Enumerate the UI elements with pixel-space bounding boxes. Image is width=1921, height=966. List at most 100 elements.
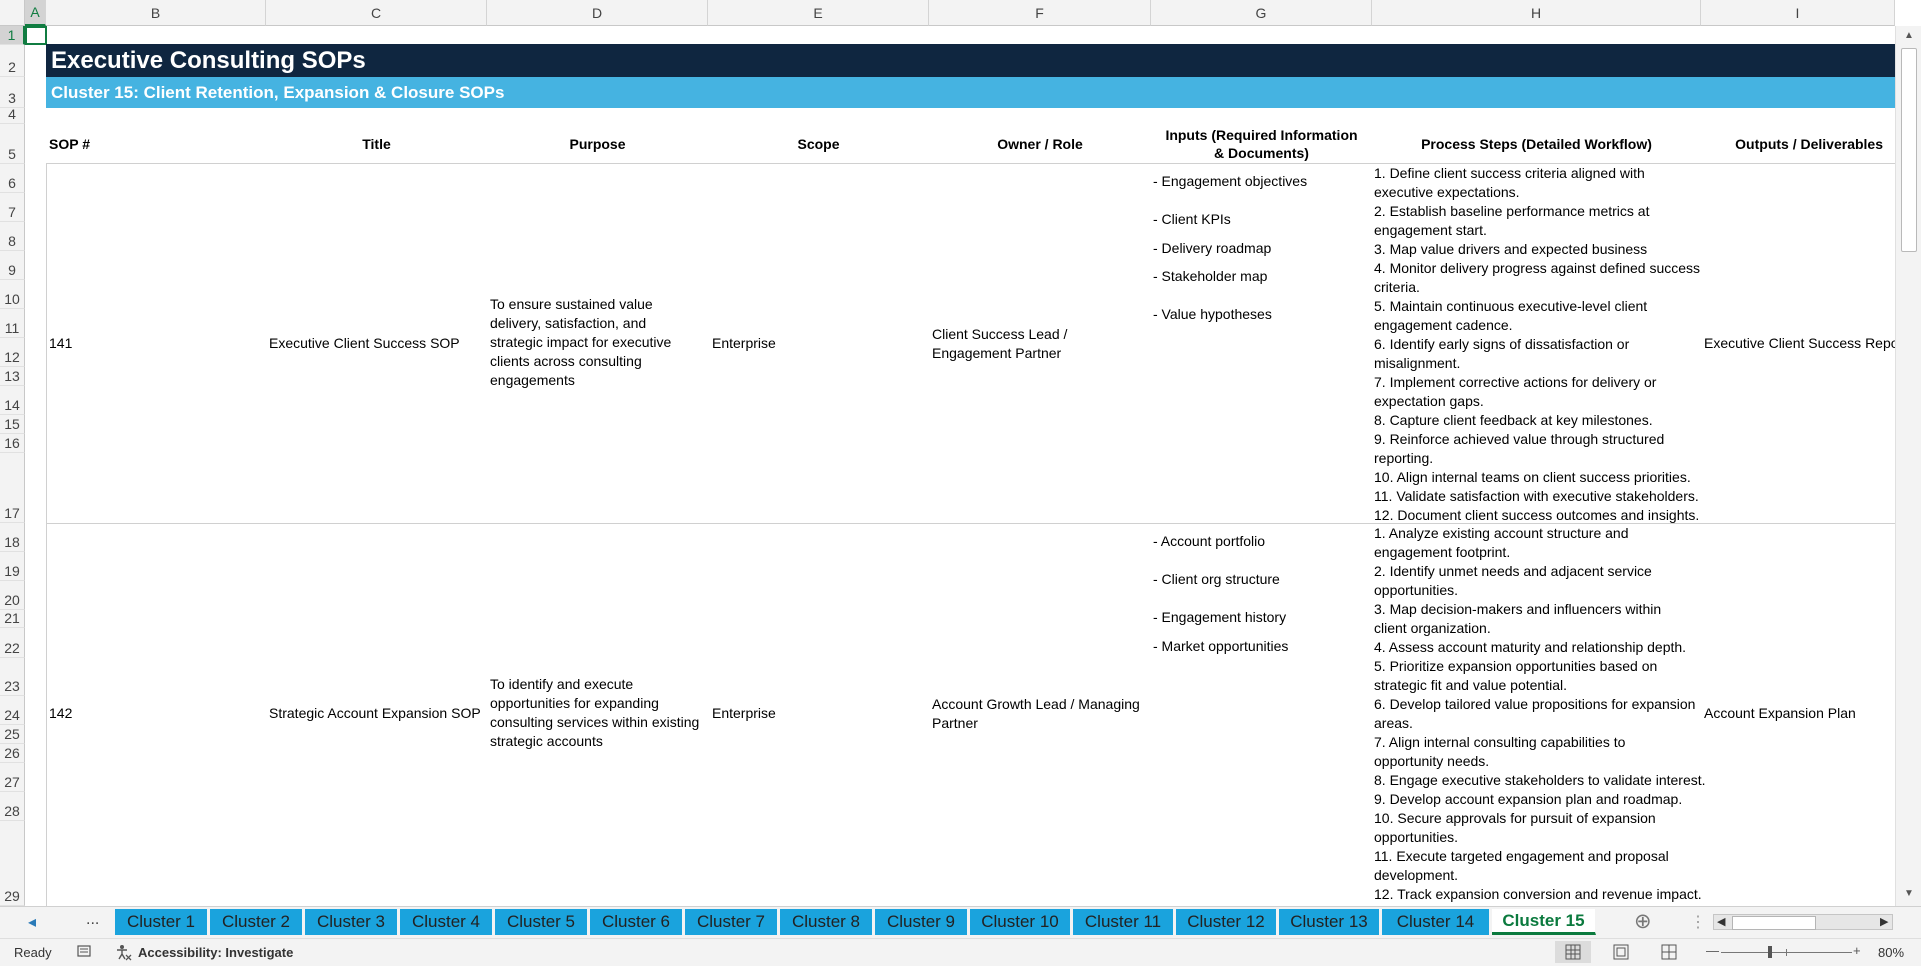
header-purpose[interactable]: Purpose bbox=[487, 124, 708, 164]
sheet-tab-cluster-6[interactable]: Cluster 6 bbox=[590, 909, 683, 935]
zoom-level[interactable]: 80% bbox=[1878, 945, 1904, 960]
normal-view-icon[interactable] bbox=[1555, 941, 1591, 963]
row-header-3[interactable]: 3 bbox=[0, 77, 25, 108]
cell-owner[interactable]: Client Success Lead / Engagement Partner bbox=[932, 325, 1144, 363]
row-header-16[interactable]: 16 bbox=[0, 434, 25, 453]
cell-owner[interactable]: Account Growth Lead / Managing Partner bbox=[932, 695, 1144, 733]
cell-title[interactable]: Strategic Account Expansion SOP bbox=[269, 704, 481, 723]
cell-outputs[interactable]: Account Expansion Plan bbox=[1704, 704, 1856, 723]
active-cell-A1[interactable] bbox=[25, 26, 47, 45]
cell-scope[interactable]: Enterprise bbox=[712, 334, 776, 353]
select-all-corner[interactable] bbox=[0, 0, 25, 26]
row-header-22[interactable]: 22 bbox=[0, 628, 25, 658]
row-header-17[interactable]: 17 bbox=[0, 453, 25, 523]
sheet-tab-cluster-1[interactable]: Cluster 1 bbox=[115, 909, 208, 935]
sheet-tab-cluster-14[interactable]: Cluster 14 bbox=[1382, 909, 1490, 935]
header-process-steps[interactable]: Process Steps (Detailed Workflow) bbox=[1372, 124, 1701, 164]
horizontal-scroll-thumb[interactable] bbox=[1732, 916, 1816, 930]
column-header-E[interactable]: E bbox=[708, 0, 929, 26]
row-header-13[interactable]: 13 bbox=[0, 367, 25, 386]
zoom-slider-thumb[interactable] bbox=[1768, 946, 1772, 958]
zoom-slider[interactable] bbox=[1721, 946, 1852, 958]
sheet-tab-cluster-12[interactable]: Cluster 12 bbox=[1176, 909, 1277, 935]
column-header-H[interactable]: H bbox=[1372, 0, 1701, 26]
more-tabs-button[interactable]: ... bbox=[86, 911, 99, 929]
cell-process-steps[interactable]: 1. Analyze existing account structure an… bbox=[1374, 524, 1706, 904]
row-header-18[interactable]: 18 bbox=[0, 523, 25, 552]
cell-outputs[interactable]: Executive Client Success Report bbox=[1704, 334, 1907, 353]
page-layout-view-icon[interactable] bbox=[1612, 943, 1630, 964]
header-sop-number[interactable]: SOP # bbox=[46, 124, 149, 164]
vertical-scroll-thumb[interactable] bbox=[1901, 48, 1917, 252]
row-header-4[interactable]: 4 bbox=[0, 106, 25, 124]
row-header-28[interactable]: 28 bbox=[0, 792, 25, 821]
column-header-C[interactable]: C bbox=[266, 0, 487, 26]
sheet-tab-cluster-15[interactable]: Cluster 15 bbox=[1492, 909, 1596, 935]
row-header-20[interactable]: 20 bbox=[0, 581, 25, 610]
row-header-2[interactable]: 2 bbox=[0, 45, 25, 77]
sheet-tab-cluster-4[interactable]: Cluster 4 bbox=[400, 909, 493, 935]
header-scope[interactable]: Scope bbox=[708, 124, 929, 164]
row-header-12[interactable]: 12 bbox=[0, 338, 25, 367]
row-header-14[interactable]: 14 bbox=[0, 386, 25, 415]
header-owner[interactable]: Owner / Role bbox=[929, 124, 1151, 164]
sheet-tab-cluster-8[interactable]: Cluster 8 bbox=[780, 909, 873, 935]
column-header-G[interactable]: G bbox=[1151, 0, 1372, 26]
header-outputs[interactable]: Outputs / Deliverables bbox=[1701, 124, 1895, 164]
scroll-down-icon[interactable]: ▼ bbox=[1904, 888, 1914, 899]
row-header-26[interactable]: 26 bbox=[0, 744, 25, 763]
cell-purpose[interactable]: To ensure sustained value delivery, sati… bbox=[490, 295, 690, 390]
column-header-A[interactable]: A bbox=[25, 0, 46, 26]
row-header-9[interactable]: 9 bbox=[0, 251, 25, 280]
spreadsheet-grid[interactable]: ABCDEFGHI 1 2 3 4 5 6 7 8 9 10 11 12 13 14 15 16 17 18 19 2… bbox=[0, 0, 1921, 906]
cell-process-steps[interactable]: 1. Define client success criteria aligne… bbox=[1374, 164, 1700, 525]
vertical-scrollbar[interactable]: ▲ ▼ bbox=[1895, 26, 1921, 906]
header-inputs[interactable]: Inputs (Required Information & Documents… bbox=[1151, 124, 1372, 164]
sheet-tab-cluster-10[interactable]: Cluster 10 bbox=[970, 909, 1071, 935]
row-header-19[interactable]: 19 bbox=[0, 552, 25, 581]
tab-scroll-left-icon[interactable]: ◂ bbox=[28, 912, 36, 932]
page-break-view-icon[interactable] bbox=[1660, 943, 1678, 964]
sheet-tab-cluster-2[interactable]: Cluster 2 bbox=[210, 909, 303, 935]
row-header-24[interactable]: 24 bbox=[0, 696, 25, 725]
cell-purpose[interactable]: To identify and execute opportunities fo… bbox=[490, 675, 705, 751]
add-sheet-icon[interactable]: ⊕ bbox=[1634, 909, 1652, 934]
sheet-tab-cluster-7[interactable]: Cluster 7 bbox=[685, 909, 778, 935]
column-header-D[interactable]: D bbox=[487, 0, 708, 26]
row-header-23[interactable]: 23 bbox=[0, 658, 25, 696]
row-header-7[interactable]: 7 bbox=[0, 193, 25, 222]
scroll-left-icon[interactable]: ◀ bbox=[1717, 915, 1725, 928]
row-header-1[interactable]: 1 bbox=[0, 26, 25, 45]
column-header-B[interactable]: B bbox=[46, 0, 266, 26]
sheet-tab-cluster-11[interactable]: Cluster 11 bbox=[1073, 909, 1174, 935]
row-header-25[interactable]: 25 bbox=[0, 725, 25, 744]
row-header-15[interactable]: 15 bbox=[0, 415, 25, 434]
row-header-27[interactable]: 27 bbox=[0, 763, 25, 792]
tab-options-icon[interactable]: ⋮ bbox=[1690, 912, 1706, 932]
header-title[interactable]: Title bbox=[266, 124, 487, 164]
sheet-subtitle[interactable]: Cluster 15: Client Retention, Expansion … bbox=[46, 77, 1895, 108]
zoom-out-button[interactable]: — bbox=[1706, 943, 1719, 958]
scroll-up-icon[interactable]: ▲ bbox=[1904, 30, 1914, 41]
row-header-10[interactable]: 10 bbox=[0, 280, 25, 309]
macro-recording-icon[interactable] bbox=[76, 943, 92, 962]
scroll-right-icon[interactable]: ▶ bbox=[1880, 915, 1888, 928]
sheet-tab-cluster-5[interactable]: Cluster 5 bbox=[495, 909, 588, 935]
column-header-F[interactable]: F bbox=[929, 0, 1151, 26]
row-header-5[interactable]: 5 bbox=[0, 124, 25, 164]
accessibility-status[interactable]: Accessibility: Investigate bbox=[138, 945, 293, 960]
sheet-tab-cluster-13[interactable]: Cluster 13 bbox=[1279, 909, 1380, 935]
horizontal-scrollbar[interactable]: ◀ ▶ bbox=[1713, 914, 1893, 930]
row-header-21[interactable]: 21 bbox=[0, 610, 25, 628]
sheet-title[interactable]: Executive Consulting SOPs bbox=[46, 44, 1895, 77]
row-header-11[interactable]: 11 bbox=[0, 309, 25, 338]
row-header-29[interactable]: 29 bbox=[0, 821, 25, 906]
cell-title[interactable]: Executive Client Success SOP bbox=[269, 334, 460, 353]
row-header-6[interactable]: 6 bbox=[0, 164, 25, 193]
cell-scope[interactable]: Enterprise bbox=[712, 704, 776, 723]
sheet-tab-cluster-3[interactable]: Cluster 3 bbox=[305, 909, 398, 935]
cell-sop-number[interactable]: 142 bbox=[49, 704, 72, 723]
row-header-8[interactable]: 8 bbox=[0, 222, 25, 251]
zoom-in-button[interactable]: + bbox=[1853, 943, 1861, 958]
accessibility-icon[interactable] bbox=[114, 943, 132, 964]
